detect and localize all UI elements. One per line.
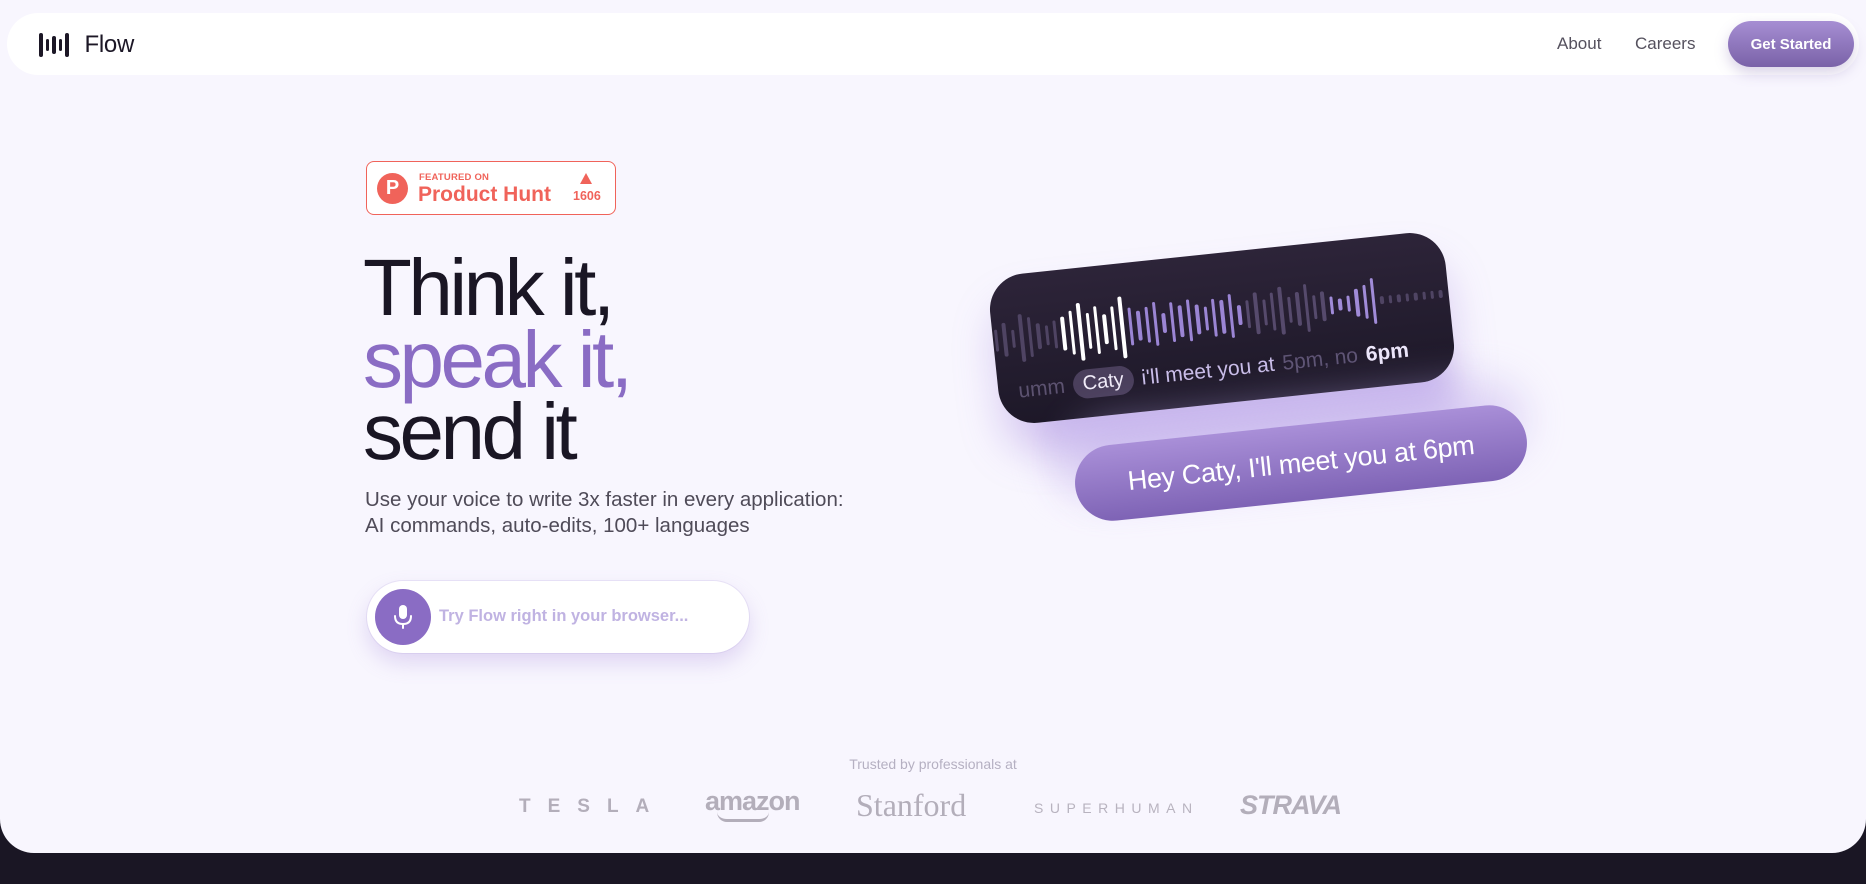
waveform-bar xyxy=(1194,304,1202,335)
subtitle-line-2: AI commands, auto-edits, 100+ languages xyxy=(365,514,750,537)
waveform-bar xyxy=(1277,286,1286,335)
microphone-button[interactable] xyxy=(375,589,431,645)
waveform-bar xyxy=(1369,277,1378,325)
waveform-bar xyxy=(1085,312,1093,350)
waveform-bar xyxy=(1320,291,1327,322)
waveform-bar xyxy=(1388,295,1393,304)
waveform-bar xyxy=(1102,314,1109,345)
transcript-final: 6pm xyxy=(1364,338,1410,366)
logo-tesla: TESLA xyxy=(519,796,667,817)
waveform-bar xyxy=(1413,292,1418,301)
waveform-bar xyxy=(1252,292,1261,335)
waveform-logo-icon xyxy=(39,32,69,58)
waveform-bar xyxy=(1185,299,1194,342)
waveform-bar xyxy=(1001,322,1009,357)
product-hunt-name: Product Hunt xyxy=(418,183,551,206)
hero-line-think: Think it, xyxy=(363,243,615,332)
waveform-bar xyxy=(1302,283,1311,333)
transcript-name-chip: Caty xyxy=(1071,364,1136,400)
nav-link-about[interactable]: About xyxy=(1557,34,1601,54)
waveform-bar xyxy=(1329,296,1335,315)
waveform-bar xyxy=(1236,304,1243,326)
product-hunt-badge[interactable]: P FEATURED ON Product Hunt 1606 xyxy=(366,161,616,215)
hero-line-send: send it xyxy=(363,387,578,476)
product-hunt-logo-icon: P xyxy=(377,173,408,204)
waveform-bar xyxy=(1337,298,1343,311)
waveform-bar xyxy=(1438,289,1443,299)
waveform-bar xyxy=(1219,299,1227,334)
get-started-button[interactable]: Get Started xyxy=(1728,21,1854,67)
waveform-bar xyxy=(1203,306,1210,331)
waveform-bar xyxy=(1396,294,1401,303)
brand-name: Flow xyxy=(84,31,135,58)
formatted-result-text: Hey Caty, I'll meet you at 6pm xyxy=(1126,429,1476,496)
featured-on-label: FEATURED ON xyxy=(419,172,490,183)
nav-link-careers[interactable]: Careers xyxy=(1635,34,1695,54)
waveform-bar xyxy=(1068,310,1077,355)
upvote-count: 1606 xyxy=(573,189,601,203)
waveform-bar xyxy=(1117,296,1128,359)
waveform-bar xyxy=(1017,313,1027,363)
logo-superhuman: SUPERHUMAN xyxy=(1034,800,1199,816)
waveform-bar xyxy=(1143,306,1152,343)
waveform-bar xyxy=(1269,292,1277,331)
subtitle-line-1: Use your voice to write 3x faster in eve… xyxy=(365,488,844,511)
waveform-bar xyxy=(1052,320,1059,349)
waveform-bar xyxy=(1026,317,1035,358)
navbar: Flow About Careers Get Started xyxy=(7,13,1859,75)
hero-title: Think it, speak it, send it xyxy=(363,243,633,476)
waveform-bar xyxy=(1379,295,1385,305)
waveform-bar xyxy=(1361,284,1369,319)
waveform-bar xyxy=(1060,316,1068,351)
waveform-bar xyxy=(1075,302,1086,361)
waveform-bar xyxy=(1244,300,1252,329)
waveform-bar xyxy=(993,329,1000,352)
hero-subtitle: Use your voice to write 3x faster in eve… xyxy=(365,487,844,539)
hero-line-speak: speak it, xyxy=(363,315,633,404)
waveform-bar xyxy=(1010,329,1017,348)
waveform-bar xyxy=(1093,305,1102,355)
waveform-bar xyxy=(1044,325,1050,346)
waveform-bar xyxy=(1161,312,1168,334)
microphone-icon xyxy=(394,605,412,629)
waveform-bar xyxy=(1353,288,1361,317)
waveform-bar xyxy=(1135,310,1143,341)
logo-strava: STRAVA xyxy=(1240,790,1342,820)
waveform-bar xyxy=(1421,291,1427,300)
logo-stanford: Stanford xyxy=(856,787,967,823)
transcript-filler: umm xyxy=(1017,374,1067,403)
waveform-bar xyxy=(1286,296,1294,323)
brand-logo[interactable]: Flow xyxy=(39,31,134,59)
waveform-bar xyxy=(1261,299,1268,326)
waveform-bar xyxy=(1430,290,1435,299)
waveform-bar xyxy=(1210,298,1219,337)
try-flow-placeholder: Try Flow right in your browser... xyxy=(439,607,689,625)
waveform-bar xyxy=(1405,293,1410,302)
waveform-bar xyxy=(1177,305,1185,338)
try-flow-input[interactable]: Try Flow right in your browser... xyxy=(367,581,749,653)
transcript-corrected: 5pm, no xyxy=(1281,343,1360,375)
trusted-label: Trusted by professionals at xyxy=(849,756,1017,772)
waveform-bar xyxy=(1294,291,1302,327)
waveform-bar xyxy=(1127,307,1135,346)
upvote-triangle-icon xyxy=(580,173,592,184)
page: Flow About Careers Get Started P FEATURE… xyxy=(0,0,1866,853)
amazon-smile-icon xyxy=(717,812,769,822)
waveform-bar xyxy=(1151,301,1160,346)
waveform-bar xyxy=(1346,295,1352,312)
waveform-bar xyxy=(1312,295,1319,320)
waveform-bar xyxy=(1110,306,1119,351)
waveform-bar xyxy=(1168,302,1177,343)
waveform-bar xyxy=(1035,323,1042,350)
waveform-bar xyxy=(1227,293,1236,339)
company-logos: TESLA amazon Stanford SUPERHUMAN STRAVA xyxy=(0,786,1866,830)
